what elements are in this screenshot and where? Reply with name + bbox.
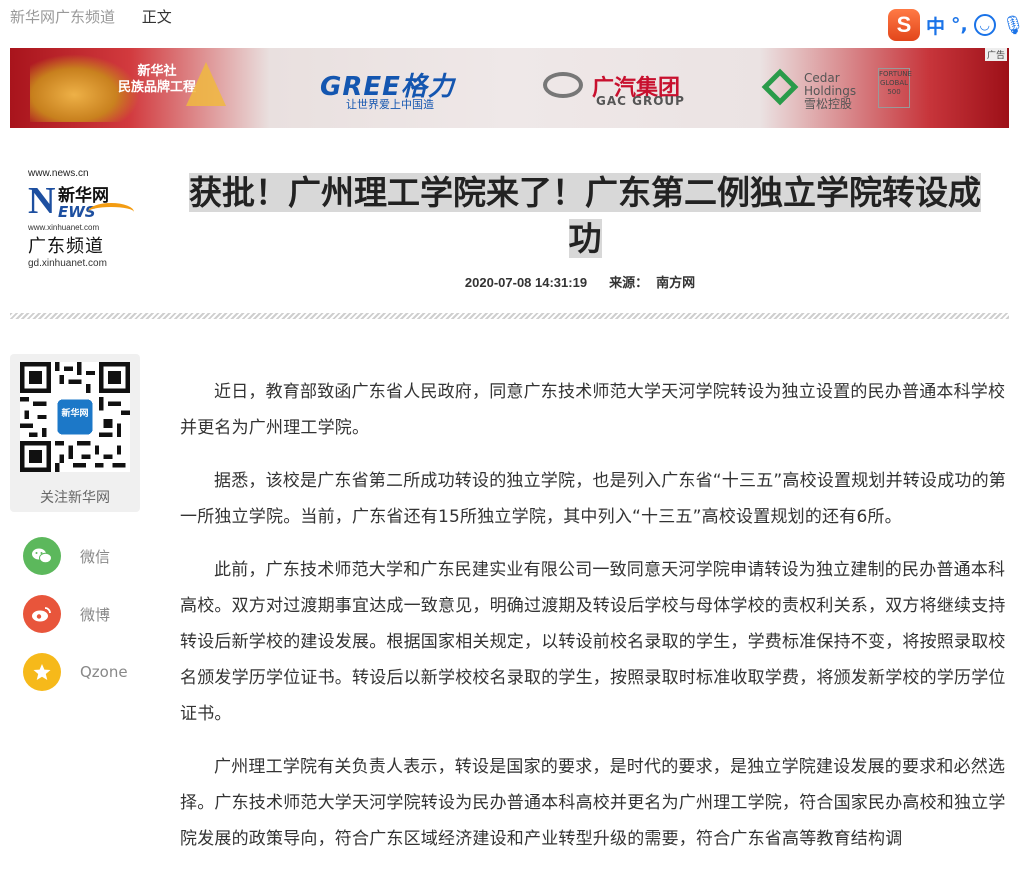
share-qzone-label: Qzone (80, 663, 128, 681)
ime-toolbar: S 中 °, ◡ 🎙 (888, 8, 1021, 42)
qr-code-panel: 新华网 关注新华网 (10, 354, 140, 512)
share-wechat-button[interactable]: 微信 (23, 536, 143, 576)
share-weibo-button[interactable]: 微博 (23, 594, 143, 634)
ad-banner[interactable]: 新华社 民族品牌工程 GREE格力 让世界爱上中国造 广汽集团 GAC GROU… (10, 48, 1009, 128)
sogou-ime-icon[interactable]: S (888, 9, 920, 41)
logo-url-top: www.news.cn (28, 168, 89, 179)
news-logo-mark: N 新华网 EWS (28, 181, 140, 221)
qr-code-label: 关注新华网 (40, 490, 110, 506)
fortune-500-badge: FORTUNE GLOBAL 500 (878, 68, 912, 108)
qzone-icon (23, 653, 61, 691)
article-body: 近日，教育部致函广东省人民政府，同意广东技术师范大学天河学院转设为独立设置的民办… (180, 374, 1010, 874)
ime-punctuation-toggle[interactable]: °, (951, 14, 968, 36)
share-weibo-label: 微博 (80, 605, 111, 624)
article-datetime: 2020-07-08 14:31:19 (464, 275, 588, 290)
logo-channel: 广东频道 (28, 236, 104, 257)
ad-tag: 广告 (984, 48, 1007, 61)
article-paragraph: 据悉，该校是广东省第二所成功转设的独立学院，也是列入广东省“十三五”高校设置规划… (180, 471, 1007, 527)
wechat-icon (23, 537, 61, 575)
microphone-icon[interactable]: 🎙 (1002, 15, 1021, 36)
qr-code-image: 新华网 (20, 362, 130, 472)
breadcrumb-current: 正文 (141, 8, 172, 26)
article-source: 南方网 (656, 275, 696, 290)
cedar-logo-icon (761, 68, 799, 106)
xinhuashe-brand: 新华社 民族品牌工程 (118, 64, 197, 95)
source-label: 来源： (609, 275, 649, 290)
qr-badge: 新华网 (61, 409, 89, 419)
cedar-name: Cedar Holdings 雪松控股 (804, 71, 857, 111)
share-qzone-button[interactable]: Qzone (23, 652, 143, 692)
article-paragraph: 广州理工学院有关负责人表示，转设是国家的要求，是时代的要求，是独立学院建设发展的… (180, 757, 1006, 849)
ime-language-toggle[interactable]: 中 (926, 12, 945, 39)
article-meta: 2020-07-08 14:31:19 来源： 南方网 (180, 272, 980, 291)
weibo-icon (23, 595, 61, 633)
xinhuanet-logo[interactable]: www.news.cn N 新华网 EWS www.xinhuanet.com … (28, 168, 140, 278)
article-paragraph: 近日，教育部致函广东省人民政府，同意广东技术师范大学天河学院转设为独立设置的民办… (180, 382, 1006, 438)
breadcrumb-site-link[interactable]: 新华网广东频道 (10, 8, 115, 26)
dotted-divider (10, 313, 1009, 319)
logo-url-bottom: gd.xinhuanet.com (28, 258, 107, 269)
triangle-graphic (186, 62, 226, 106)
logo-url-mid: www.xinhuanet.com (28, 223, 100, 232)
emoji-icon[interactable]: ◡ (973, 14, 996, 36)
gree-slogan: 让世界爱上中国造 (346, 98, 434, 111)
gac-subtitle: GAC GROUP (596, 94, 685, 108)
article-paragraph: 此前，广东技术师范大学和广东民建实业有限公司一致同意天河学院申请转设为独立建制的… (180, 560, 1006, 724)
share-wechat-label: 微信 (80, 547, 111, 566)
breadcrumb: 新华网广东频道 正文 (10, 6, 172, 27)
gac-logo-icon (543, 72, 583, 98)
article-title: 获批！广州理工学院来了！广东第二例独立学院转设成功 (189, 173, 981, 258)
